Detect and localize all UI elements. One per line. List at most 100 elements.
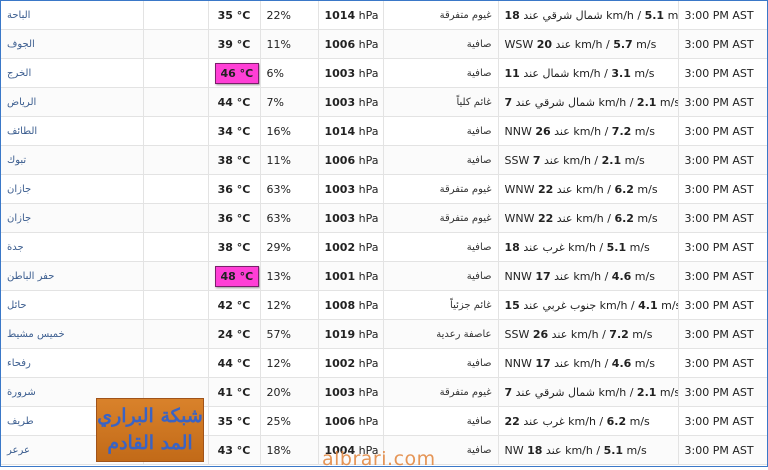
- temperature-value: 43 °C: [217, 443, 251, 457]
- empty-cell: [143, 29, 209, 59]
- city-name[interactable]: حائل: [1, 290, 144, 320]
- city-name[interactable]: الباحة: [1, 1, 144, 30]
- wind-cell: NW 18 عند km/h / 5.1 m/s: [498, 435, 679, 465]
- observation-time: 3:00 PM AST: [678, 290, 767, 320]
- wind-cell: 18 غرب عند km/h / 5.1 m/s: [498, 232, 679, 262]
- temperature-value: 48 °C: [214, 265, 259, 287]
- temperature-cell: 34 °C: [208, 116, 261, 146]
- table-row: جازان 36 °C 63% 1003 hPa غيوم متفرقة WNW 22 ع…: [1, 174, 767, 204]
- humidity-cell: 29%: [260, 232, 319, 262]
- temperature-value: 36 °C: [217, 182, 251, 196]
- wind-cell: 11 شمال عند km/h / 3.1 m/s: [498, 58, 679, 88]
- temperature-cell: 36 °C: [208, 174, 261, 204]
- temperature-value: 46 °C: [214, 62, 259, 84]
- pressure-cell: 1003 hPa: [318, 58, 384, 88]
- humidity-cell: 22%: [260, 1, 319, 30]
- pressure-cell: 1006 hPa: [318, 406, 384, 436]
- temperature-cell: 24 °C: [208, 319, 261, 349]
- humidity-cell: 11%: [260, 145, 319, 175]
- city-name[interactable]: جازان: [1, 203, 144, 233]
- humidity-cell: 11%: [260, 29, 319, 59]
- table-row: الخرج 46 °C 6% 1003 hPa صافية 11 شمال عند km/…: [1, 58, 767, 88]
- table-row: رفحاء 44 °C 12% 1002 hPa صافية NNW 17 عند km/…: [1, 348, 767, 378]
- temperature-cell: 39 °C: [208, 29, 261, 59]
- condition-cell: صافية: [383, 116, 499, 146]
- city-name[interactable]: جدة: [1, 232, 144, 262]
- observation-time: 3:00 PM AST: [678, 261, 767, 291]
- temperature-cell: 44 °C: [208, 348, 261, 378]
- temperature-cell: 35 °C: [208, 406, 261, 436]
- table-row: حفر الباطن 48 °C 13% 1001 hPa صافية NNW 17 عن…: [1, 261, 767, 291]
- humidity-cell: 16%: [260, 116, 319, 146]
- temperature-value: 41 °C: [217, 385, 251, 399]
- wind-cell: 7 شمال شرقي عند km/h / 2.1 m/s: [498, 87, 679, 117]
- wind-cell: 15 جنوب غربي عند km/h / 4.1 m/s: [498, 290, 679, 320]
- observation-time: 3:00 PM AST: [678, 203, 767, 233]
- city-name[interactable]: تبوك: [1, 145, 144, 175]
- logo-line-2: المد القادم: [107, 432, 193, 454]
- wind-cell: SSW 26 عند km/h / 7.2 m/s: [498, 319, 679, 349]
- observation-time: 3:00 PM AST: [678, 174, 767, 204]
- table-row: الباحة 35 °C 22% 1014 hPa غيوم متفرقة 18 شمال…: [1, 1, 767, 30]
- temperature-value: 24 °C: [217, 327, 251, 341]
- temperature-value: 39 °C: [217, 37, 251, 51]
- pressure-cell: 1003 hPa: [318, 203, 384, 233]
- wind-cell: 22 غرب عند km/h / 6.2 m/s: [498, 406, 679, 436]
- city-name[interactable]: الطائف: [1, 116, 144, 146]
- temperature-value: 44 °C: [217, 356, 251, 370]
- empty-cell: [143, 319, 209, 349]
- temperature-cell: 41 °C: [208, 377, 261, 407]
- city-name[interactable]: جازان: [1, 174, 144, 204]
- condition-cell: عاصفة رعدية: [383, 319, 499, 349]
- humidity-cell: 7%: [260, 87, 319, 117]
- condition-cell: غيوم متفرقة: [383, 174, 499, 204]
- wind-cell: WSW 20 عند km/h / 5.7 m/s: [498, 29, 679, 59]
- pressure-cell: 1014 hPa: [318, 1, 384, 30]
- wind-cell: NNW 26 عند km/h / 7.2 m/s: [498, 116, 679, 146]
- empty-cell: [143, 145, 209, 175]
- pressure-cell: 1019 hPa: [318, 319, 384, 349]
- table-row: جازان 36 °C 63% 1003 hPa غيوم متفرقة WNW 22 ع…: [1, 203, 767, 233]
- city-name[interactable]: الجوف: [1, 29, 144, 59]
- condition-cell: غيوم متفرقة: [383, 1, 499, 30]
- observation-time: 3:00 PM AST: [678, 29, 767, 59]
- wind-cell: WNW 22 عند km/h / 6.2 m/s: [498, 203, 679, 233]
- observation-time: 3:00 PM AST: [678, 435, 767, 465]
- wind-cell: 18 شمال شرقي عند km/h / 5.1 m/s: [498, 1, 679, 30]
- temperature-value: 35 °C: [217, 8, 251, 22]
- condition-cell: صافية: [383, 58, 499, 88]
- city-name[interactable]: رفحاء: [1, 348, 144, 378]
- temperature-value: 42 °C: [217, 298, 251, 312]
- observation-time: 3:00 PM AST: [678, 377, 767, 407]
- temperature-value: 36 °C: [217, 211, 251, 225]
- condition-cell: صافية: [383, 232, 499, 262]
- empty-cell: [143, 232, 209, 262]
- city-name[interactable]: الخرج: [1, 58, 144, 88]
- condition-cell: صافية: [383, 261, 499, 291]
- table-row: تبوك 38 °C 11% 1006 hPa صافية SSW 7 عند km/h …: [1, 145, 767, 175]
- observation-time: 3:00 PM AST: [678, 116, 767, 146]
- empty-cell: [143, 58, 209, 88]
- city-name[interactable]: الرياض: [1, 87, 144, 117]
- condition-cell: غائم كلياً: [383, 87, 499, 117]
- observation-time: 3:00 PM AST: [678, 406, 767, 436]
- logo-line-1: شبكة البراري: [97, 405, 203, 427]
- humidity-cell: 63%: [260, 203, 319, 233]
- empty-cell: [143, 348, 209, 378]
- temperature-cell: 48 °C: [208, 261, 261, 291]
- weather-table-frame: الباحة 35 °C 22% 1014 hPa غيوم متفرقة 18 شمال…: [0, 0, 768, 467]
- observation-time: 3:00 PM AST: [678, 348, 767, 378]
- temperature-value: 34 °C: [217, 124, 251, 138]
- city-name[interactable]: حفر الباطن: [1, 261, 144, 291]
- empty-cell: [143, 203, 209, 233]
- condition-cell: صافية: [383, 145, 499, 175]
- wind-cell: SSW 7 عند km/h / 2.1 m/s: [498, 145, 679, 175]
- pressure-cell: 1014 hPa: [318, 116, 384, 146]
- temperature-cell: 38 °C: [208, 232, 261, 262]
- humidity-cell: 6%: [260, 58, 319, 88]
- temperature-value: 38 °C: [217, 240, 251, 254]
- weather-rows: الباحة 35 °C 22% 1014 hPa غيوم متفرقة 18 شمال…: [1, 1, 767, 465]
- wind-cell: NNW 17 عند km/h / 4.6 m/s: [498, 261, 679, 291]
- pressure-cell: 1008 hPa: [318, 290, 384, 320]
- city-name[interactable]: خميس مشيط: [1, 319, 144, 349]
